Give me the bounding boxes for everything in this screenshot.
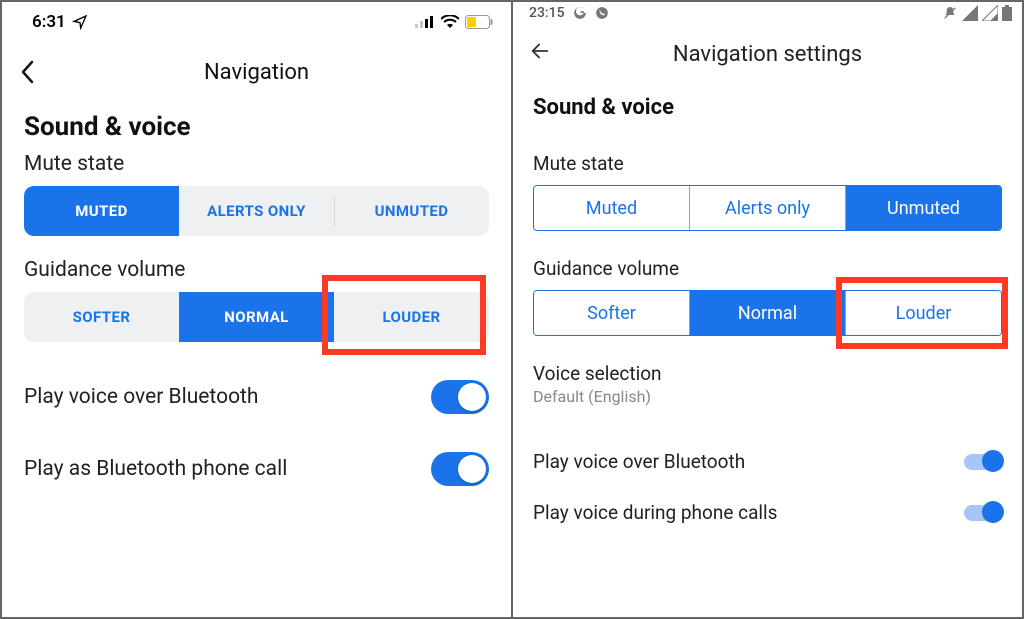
mute-opt-label: Alerts only (725, 198, 810, 219)
mute-state-label: Mute state (24, 152, 489, 176)
android-nav-bar: Navigation settings (513, 23, 1022, 79)
bluetooth-row: Play voice over Bluetooth (24, 364, 489, 430)
guidance-softer-button[interactable]: Softer (534, 291, 689, 335)
guidance-louder-button[interactable]: Louder (845, 291, 1001, 335)
battery-icon (1002, 5, 1012, 21)
guidance-normal-button[interactable]: NORMAL (179, 292, 334, 342)
guidance-opt-label: Normal (738, 303, 797, 324)
guidance-louder-button[interactable]: LOUDER (334, 292, 489, 342)
mute-opt-label: MUTED (75, 202, 128, 220)
guidance-opt-label: SOFTER (73, 308, 131, 326)
bt-phone-row: Play as Bluetooth phone call (24, 436, 489, 502)
during-calls-toggle[interactable] (964, 505, 1002, 521)
google-icon (573, 6, 587, 20)
mute-icon (942, 5, 958, 21)
ios-nav-bar: Navigation (2, 38, 511, 98)
guidance-opt-label: Louder (896, 303, 952, 324)
voice-selection-row[interactable]: Voice selection Default (English) (533, 362, 1002, 406)
signal-icon (962, 5, 978, 21)
ios-statusbar: 6:31 (2, 2, 511, 38)
mute-opt-label: ALERTS ONLY (207, 202, 306, 220)
guidance-volume-control: SOFTER NORMAL LOUDER (24, 292, 489, 342)
mute-opt-label: UNMUTED (375, 202, 449, 220)
section-heading: Sound & voice (533, 95, 1002, 120)
ios-pane: 6:31 Navigation Sound & voice Mute state… (2, 2, 513, 617)
android-time: 23:15 (529, 5, 565, 21)
bluetooth-label: Play voice over Bluetooth (24, 385, 259, 409)
guidance-volume-label: Guidance volume (24, 258, 489, 282)
ios-time: 6:31 (32, 12, 66, 32)
bluetooth-toggle[interactable] (431, 380, 489, 414)
guidance-volume-control: Softer Normal Louder (533, 290, 1002, 336)
bt-phone-label: Play as Bluetooth phone call (24, 457, 287, 481)
during-calls-label: Play voice during phone calls (533, 501, 777, 524)
mute-unmuted-button[interactable]: Unmuted (845, 186, 1001, 230)
guidance-volume-label: Guidance volume (533, 257, 1002, 280)
guidance-opt-label: Softer (587, 303, 636, 324)
mute-alerts-only-button[interactable]: ALERTS ONLY (179, 186, 334, 236)
bluetooth-label: Play voice over Bluetooth (533, 450, 745, 473)
mute-state-control: MUTED ALERTS ONLY UNMUTED (24, 186, 489, 236)
wifi-icon (441, 15, 459, 29)
guidance-softer-button[interactable]: SOFTER (24, 292, 179, 342)
section-heading: Sound & voice (24, 112, 489, 142)
bt-phone-toggle[interactable] (431, 452, 489, 486)
phone-icon (595, 6, 609, 20)
android-statusbar: 23:15 (513, 2, 1022, 23)
signal-2-icon (982, 5, 998, 21)
mute-opt-label: Unmuted (887, 198, 960, 219)
mute-muted-button[interactable]: Muted (534, 186, 689, 230)
guidance-normal-button[interactable]: Normal (689, 291, 845, 335)
during-calls-row: Play voice during phone calls (533, 487, 1002, 538)
mute-state-label: Mute state (533, 152, 1002, 175)
voice-selection-subtitle: Default (English) (533, 387, 1002, 406)
voice-selection-title: Voice selection (533, 362, 1002, 385)
bluetooth-row: Play voice over Bluetooth (533, 436, 1002, 487)
bluetooth-toggle[interactable] (964, 454, 1002, 470)
location-arrow-icon (72, 14, 88, 30)
battery-icon (465, 15, 493, 29)
mute-unmuted-button[interactable]: UNMUTED (334, 186, 489, 236)
page-title: Navigation settings (513, 42, 1022, 67)
cellular-signal-icon (415, 16, 435, 28)
mute-muted-button[interactable]: MUTED (24, 186, 179, 236)
mute-state-control: Muted Alerts only Unmuted (533, 185, 1002, 231)
mute-alerts-only-button[interactable]: Alerts only (689, 186, 845, 230)
page-title: Navigation (2, 60, 511, 85)
mute-opt-label: Muted (586, 198, 637, 219)
guidance-opt-label: NORMAL (224, 308, 288, 326)
android-pane: 23:15 Navigation settings Sound & voice … (513, 2, 1022, 617)
guidance-opt-label: LOUDER (382, 308, 440, 326)
